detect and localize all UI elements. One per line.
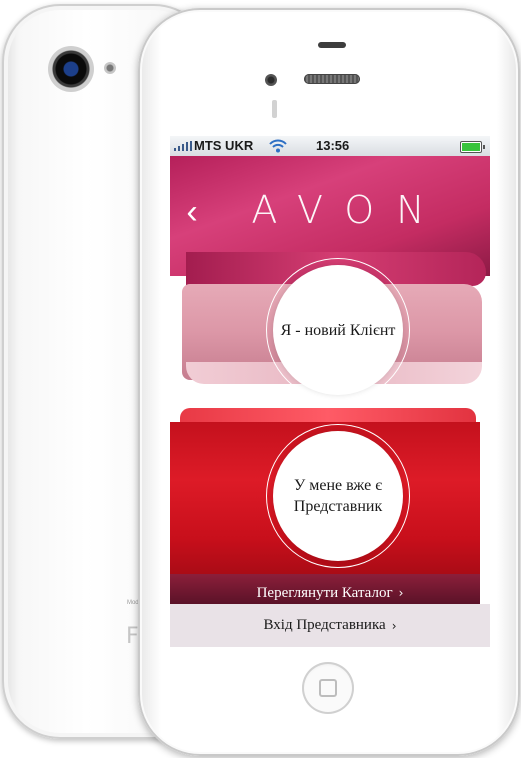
avon-logo: AVON bbox=[251, 188, 447, 232]
has-representative-label: У мене вже є Представник bbox=[294, 475, 382, 517]
home-square-icon bbox=[319, 679, 337, 697]
has-representative-line1: У мене вже є bbox=[293, 477, 383, 494]
front-camera-icon bbox=[265, 74, 277, 86]
signal-bars-icon bbox=[174, 141, 192, 151]
mute-switch bbox=[272, 100, 277, 118]
has-representative-line2: Представник bbox=[293, 498, 383, 515]
background-image: ‹ AVON Я - новий Клієнт У мене вже є Пре… bbox=[170, 156, 490, 604]
app-screen: MTS UKR 13:56 ‹ AVON Я - новий Клієнт У … bbox=[170, 136, 490, 647]
has-representative-button[interactable]: У мене вже є Представник bbox=[273, 431, 403, 561]
iphone-front: MTS UKR 13:56 ‹ AVON Я - новий Клієнт У … bbox=[138, 8, 520, 756]
status-bar: MTS UKR 13:56 bbox=[170, 136, 490, 156]
new-client-label: Я - новий Клієнт bbox=[280, 321, 396, 339]
carrier-name: MTS UKR bbox=[194, 138, 254, 153]
new-client-button[interactable]: Я - новий Клієнт bbox=[273, 265, 403, 395]
chevron-right-icon: › bbox=[391, 618, 397, 633]
home-button[interactable] bbox=[302, 662, 354, 714]
representative-login-label: Вхід Представника bbox=[263, 617, 386, 633]
view-catalog-link[interactable]: Переглянути Каталог › bbox=[170, 585, 490, 602]
status-time: 13:56 bbox=[316, 138, 350, 153]
wifi-icon bbox=[269, 139, 287, 153]
chevron-right-icon: › bbox=[398, 586, 404, 600]
representative-login-bar[interactable]: Вхід Представника › bbox=[170, 604, 490, 647]
flash-icon bbox=[104, 62, 116, 74]
top-sensor bbox=[318, 42, 346, 48]
view-catalog-label: Переглянути Каталог bbox=[256, 585, 393, 601]
battery-icon bbox=[460, 141, 485, 153]
rear-camera-icon bbox=[48, 46, 94, 92]
speaker-grille bbox=[304, 74, 360, 84]
